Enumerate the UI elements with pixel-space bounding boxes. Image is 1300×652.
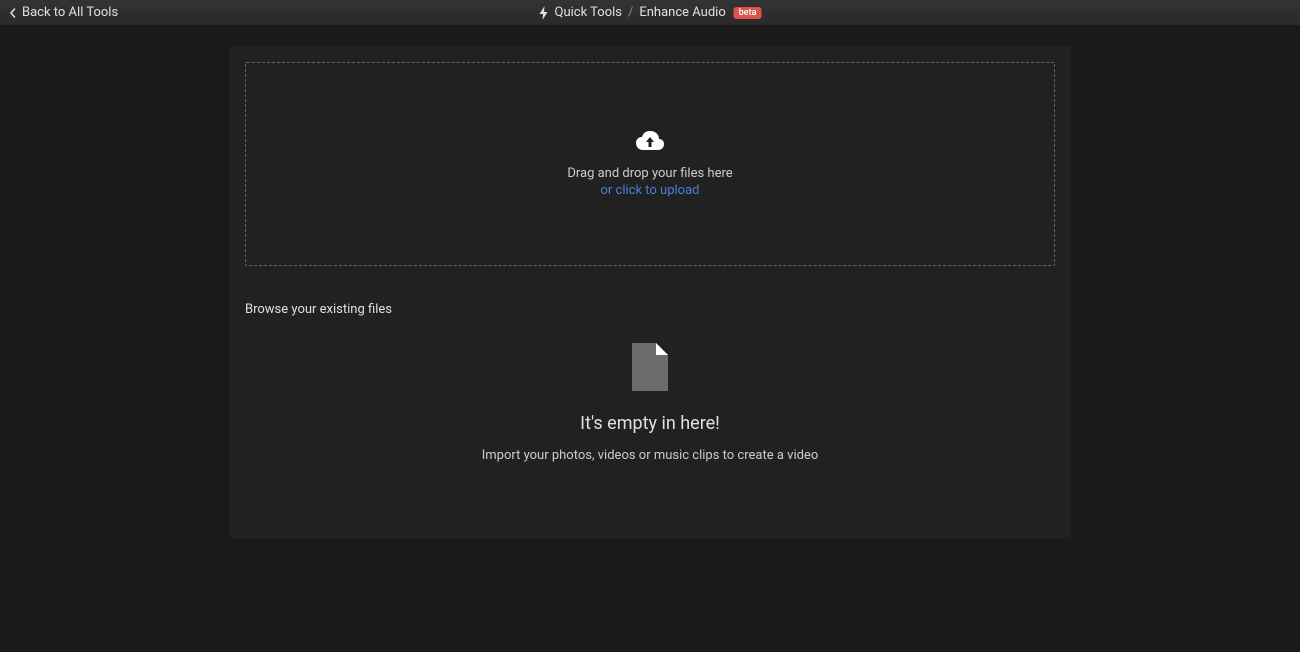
dropzone-text: Drag and drop your files here (567, 166, 732, 181)
header-bar: Back to All Tools Quick Tools / Enhance … (0, 0, 1300, 26)
browse-section: Browse your existing files It's empty in… (245, 302, 1055, 523)
file-dropzone[interactable]: Drag and drop your files here or click t… (245, 62, 1055, 266)
back-to-all-tools-link[interactable]: Back to All Tools (8, 5, 118, 20)
empty-title: It's empty in here! (580, 413, 720, 434)
main-container: Drag and drop your files here or click t… (0, 26, 1300, 559)
browse-title: Browse your existing files (245, 302, 1055, 317)
file-icon (632, 343, 668, 395)
cloud-upload-icon (635, 130, 665, 156)
breadcrumb-parent-link[interactable]: Quick Tools (555, 5, 622, 20)
click-to-upload-link[interactable]: or click to upload (601, 183, 700, 198)
empty-subtitle: Import your photos, videos or music clip… (482, 448, 819, 463)
empty-state: It's empty in here! Import your photos, … (245, 337, 1055, 523)
chevron-left-icon (8, 8, 18, 18)
beta-badge: beta (734, 7, 762, 19)
breadcrumb-current: Enhance Audio (639, 5, 725, 20)
content-panel: Drag and drop your files here or click t… (229, 46, 1071, 539)
lightning-bolt-icon (539, 6, 549, 20)
breadcrumb-separator: / (628, 5, 633, 20)
back-label: Back to All Tools (22, 5, 118, 20)
breadcrumb: Quick Tools / Enhance Audio beta (539, 5, 762, 20)
